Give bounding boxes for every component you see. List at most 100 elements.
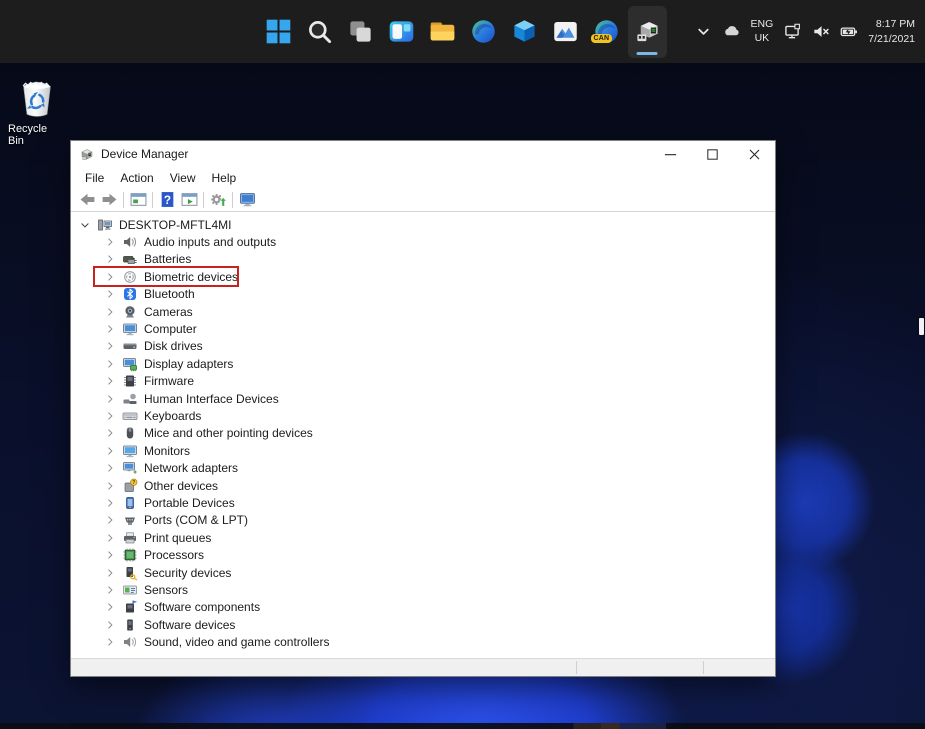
menu-help[interactable]: Help (204, 169, 245, 187)
menu-file[interactable]: File (77, 169, 112, 187)
taskbar-icon-file-explorer[interactable] (423, 6, 462, 58)
tree-item-audio-inputs-and-outputs[interactable]: Audio inputs and outputs (71, 233, 775, 250)
chevron-right-icon[interactable] (104, 236, 116, 248)
close-button[interactable] (733, 141, 775, 167)
chevron-down-icon[interactable] (79, 219, 91, 231)
network-icon[interactable] (784, 23, 801, 40)
chevron-right-icon[interactable] (104, 584, 116, 596)
chevron-right-icon[interactable] (104, 288, 116, 300)
tree-item-mice-and-other-pointing-devices[interactable]: Mice and other pointing devices (71, 425, 775, 442)
onedrive-cloud-icon[interactable] (723, 23, 740, 40)
toolbar: ? (71, 188, 775, 212)
chevron-right-icon[interactable] (104, 358, 116, 370)
battery-icon[interactable] (840, 23, 858, 40)
window-controls (649, 141, 775, 167)
tree-item-disk-drives[interactable]: Disk drives (71, 338, 775, 355)
display-adapter-icon (122, 356, 138, 372)
chevron-right-icon[interactable] (104, 306, 116, 318)
tree-item-portable-devices[interactable]: Portable Devices (71, 494, 775, 511)
tree-item-sound-video-and-game-controllers[interactable]: Sound, video and game controllers (71, 633, 775, 650)
chevron-right-icon[interactable] (104, 480, 116, 492)
forward-button[interactable] (98, 190, 120, 210)
tree-item-security-devices[interactable]: Security devices (71, 564, 775, 581)
bluetooth-icon (122, 286, 138, 302)
taskbar-icon-device-manager[interactable] (627, 5, 667, 58)
maximize-button[interactable] (691, 141, 733, 167)
chevron-right-icon[interactable] (104, 567, 116, 579)
taskbar-icon-widgets[interactable] (382, 6, 421, 58)
svg-text:?: ? (132, 480, 135, 486)
tree-item-monitors[interactable]: Monitors (71, 442, 775, 459)
chevron-right-icon[interactable] (104, 253, 116, 265)
tree-item-cameras[interactable]: Cameras (71, 303, 775, 320)
chevron-right-icon[interactable] (104, 549, 116, 561)
tree-item-desktop-mftl4mi[interactable]: DESKTOP-MFTL4MI (71, 216, 775, 233)
help-button[interactable]: ? (156, 190, 178, 210)
taskbar-icon-edge-canary[interactable]: CAN (587, 6, 626, 58)
tree-item-label: Human Interface Devices (144, 391, 279, 406)
scan-hardware-button[interactable] (207, 190, 229, 210)
tree-item-processors[interactable]: Processors (71, 546, 775, 563)
tree-item-bluetooth[interactable]: Bluetooth (71, 286, 775, 303)
tree-item-label: Other devices (144, 478, 219, 493)
clock[interactable]: 8:17 PM 7/21/2021 (868, 17, 915, 45)
tree-item-computer[interactable]: Computer (71, 320, 775, 337)
tree-item-biometric-devices[interactable]: Biometric devices (71, 266, 775, 288)
chevron-right-icon[interactable] (104, 619, 116, 631)
back-button[interactable] (76, 190, 98, 210)
tree-item-ports-com-lpt[interactable]: Ports (COM & LPT) (71, 512, 775, 529)
language-indicator[interactable]: ENG UK (751, 18, 774, 45)
tree-item-firmware[interactable]: Firmware (71, 373, 775, 390)
volume-muted-icon[interactable] (812, 23, 829, 40)
chevron-right-icon[interactable] (104, 323, 116, 335)
chevron-right-icon[interactable] (104, 601, 116, 613)
close-icon (747, 147, 762, 162)
titlebar[interactable]: Device Manager (71, 141, 775, 167)
chevron-right-icon[interactable] (104, 271, 116, 283)
tree-item-sensors[interactable]: Sensors (71, 581, 775, 598)
chevron-right-icon[interactable] (104, 340, 116, 352)
tree-item-keyboards[interactable]: Keyboards (71, 407, 775, 424)
taskbar-icon-search[interactable] (300, 6, 339, 58)
chevron-right-icon[interactable] (104, 462, 116, 474)
chevron-right-icon[interactable] (104, 532, 116, 544)
remote-computer-button[interactable] (236, 190, 258, 210)
menu-action[interactable]: Action (112, 169, 161, 187)
taskbar-icon-3d-viewer[interactable] (505, 6, 544, 58)
tree-item-human-interface-devices[interactable]: Human Interface Devices (71, 390, 775, 407)
minimize-button[interactable] (649, 141, 691, 167)
tree-item-software-components[interactable]: Software components (71, 599, 775, 616)
menu-view[interactable]: View (162, 169, 204, 187)
chevron-right-icon[interactable] (104, 497, 116, 509)
taskbar-icon-edge[interactable] (464, 6, 503, 58)
minimize-icon (663, 147, 678, 162)
chevron-right-icon[interactable] (104, 427, 116, 439)
chevron-right-icon[interactable] (104, 514, 116, 526)
tree-item-other-devices[interactable]: ? Other devices (71, 477, 775, 494)
search-icon (306, 18, 333, 45)
tree-item-label: Computer (144, 322, 197, 337)
tree-item-print-queues[interactable]: Print queues (71, 529, 775, 546)
chevron-right-icon[interactable] (104, 410, 116, 422)
taskbar-icon-start[interactable] (259, 6, 298, 58)
taskbar-icon-task-view[interactable] (341, 6, 380, 58)
recycle-bin-shortcut[interactable]: Recycle Bin (8, 75, 66, 147)
action-pane-button[interactable] (178, 190, 200, 210)
tree-item-software-devices[interactable]: Software devices (71, 616, 775, 633)
clock-time: 8:17 PM (875, 18, 915, 31)
chevron-right-icon[interactable] (104, 636, 116, 648)
show-hidden-icons-chevron-icon[interactable] (695, 23, 712, 40)
tree-item-label: Software components (144, 600, 261, 615)
console-tree-button[interactable] (127, 190, 149, 210)
taskbar-icon-photos[interactable] (546, 6, 585, 58)
chevron-right-icon[interactable] (104, 445, 116, 457)
tree-item-network-adapters[interactable]: Network adapters (71, 459, 775, 476)
tree-item-batteries[interactable]: Batteries (71, 251, 775, 268)
tree-item-label: Disk drives (144, 339, 203, 354)
tree-item-label: Processors (144, 548, 205, 563)
portable-icon (122, 495, 138, 511)
chevron-right-icon[interactable] (104, 375, 116, 387)
tree-item-display-adapters[interactable]: Display adapters (71, 355, 775, 372)
maximize-icon (705, 147, 720, 162)
chevron-right-icon[interactable] (104, 393, 116, 405)
